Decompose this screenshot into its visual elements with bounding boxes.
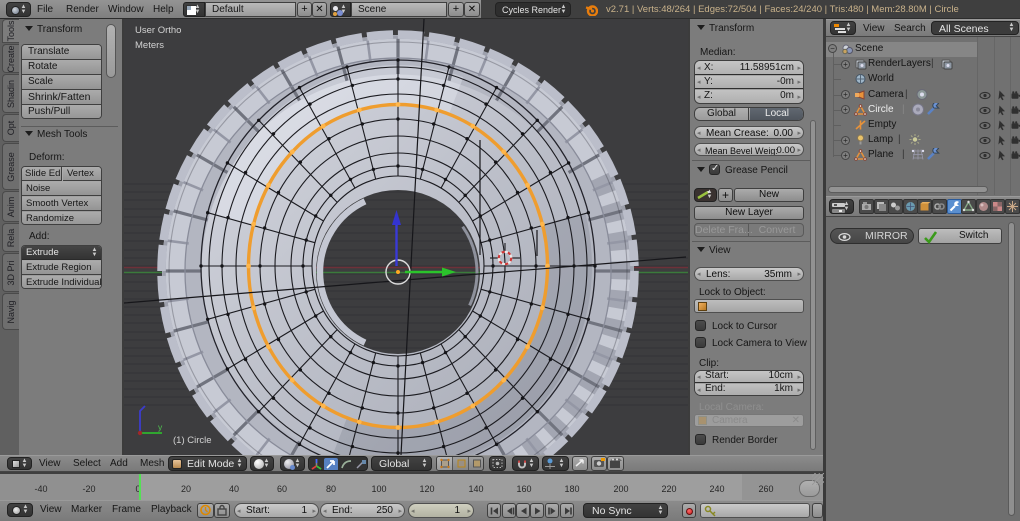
svg-text:User Ortho: User Ortho	[135, 25, 181, 36]
svg-text:Meters: Meters	[135, 40, 164, 51]
svg-text:(1) Circle: (1) Circle	[173, 435, 212, 446]
